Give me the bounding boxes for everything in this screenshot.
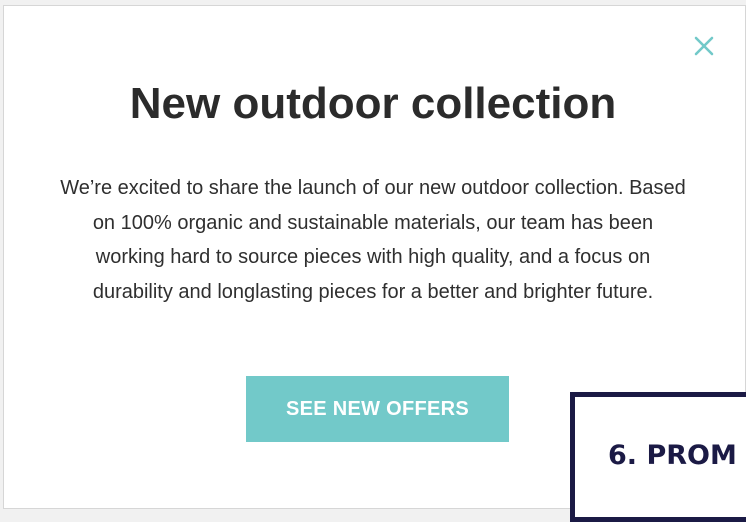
promo-overlay-label: 6. PROM xyxy=(608,440,737,471)
close-button[interactable] xyxy=(692,34,716,58)
see-new-offers-button[interactable]: SEE NEW OFFERS xyxy=(246,376,509,442)
close-icon xyxy=(694,36,714,56)
promo-overlay-box: 6. PROM xyxy=(570,392,746,522)
modal-description: We’re excited to share the launch of our… xyxy=(60,177,686,303)
modal-title: New outdoor collection xyxy=(129,79,617,128)
